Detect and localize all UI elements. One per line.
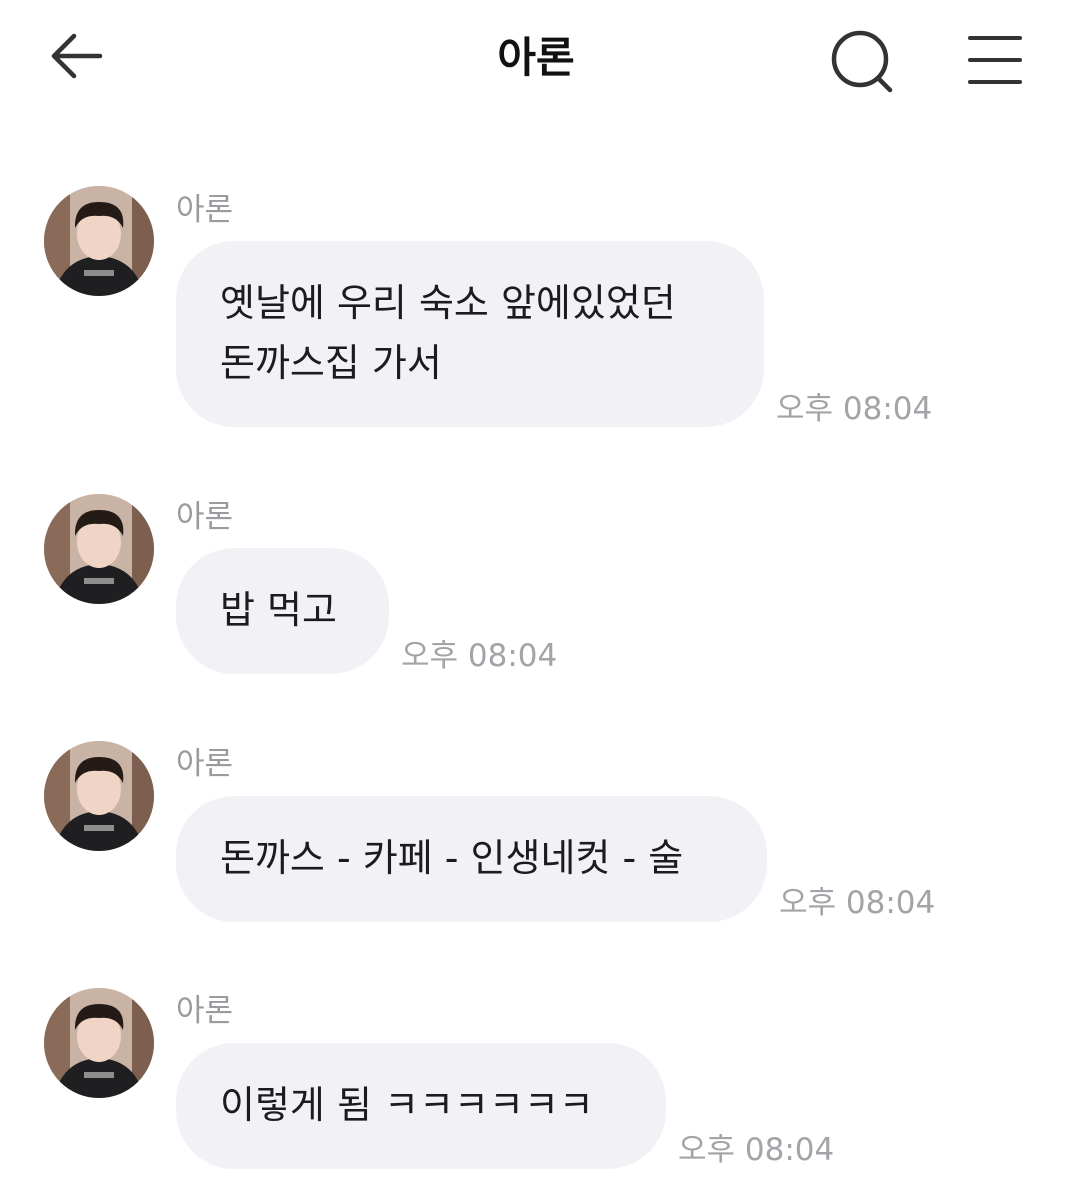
avatar[interactable] (44, 741, 154, 851)
message-time: 오후 08:04 (401, 638, 558, 674)
sender-name: 아론 (176, 192, 234, 228)
chat-header: 아론 (0, 0, 1072, 120)
hamburger-menu-icon (968, 36, 1022, 84)
profile-photo (44, 494, 154, 604)
profile-photo (44, 988, 154, 1098)
message-time: 오후 08:04 (776, 391, 933, 427)
message-bubble[interactable]: 옛날에 우리 숙소 앞에있었던 돈까스집 가서 (176, 241, 764, 427)
profile-photo (44, 186, 154, 296)
avatar[interactable] (44, 494, 154, 604)
sender-name: 아론 (176, 993, 234, 1029)
message-time: 오후 08:04 (779, 885, 936, 921)
message-bubble[interactable]: 돈까스 - 카페 - 인생네컷 - 술 (176, 796, 767, 922)
sender-name: 아론 (176, 499, 234, 535)
avatar[interactable] (44, 186, 154, 296)
menu-button[interactable] (964, 30, 1026, 90)
message-time: 오후 08:04 (678, 1132, 835, 1168)
message-bubble[interactable]: 이렇게 됨 ㅋㅋㅋㅋㅋㅋ (176, 1043, 666, 1169)
chat-title: 아론 (497, 33, 575, 82)
search-button[interactable] (826, 28, 896, 94)
sender-name: 아론 (176, 746, 234, 782)
message-bubble[interactable]: 밥 먹고 (176, 548, 389, 674)
search-icon (831, 30, 893, 93)
profile-photo (44, 741, 154, 851)
avatar[interactable] (44, 988, 154, 1098)
